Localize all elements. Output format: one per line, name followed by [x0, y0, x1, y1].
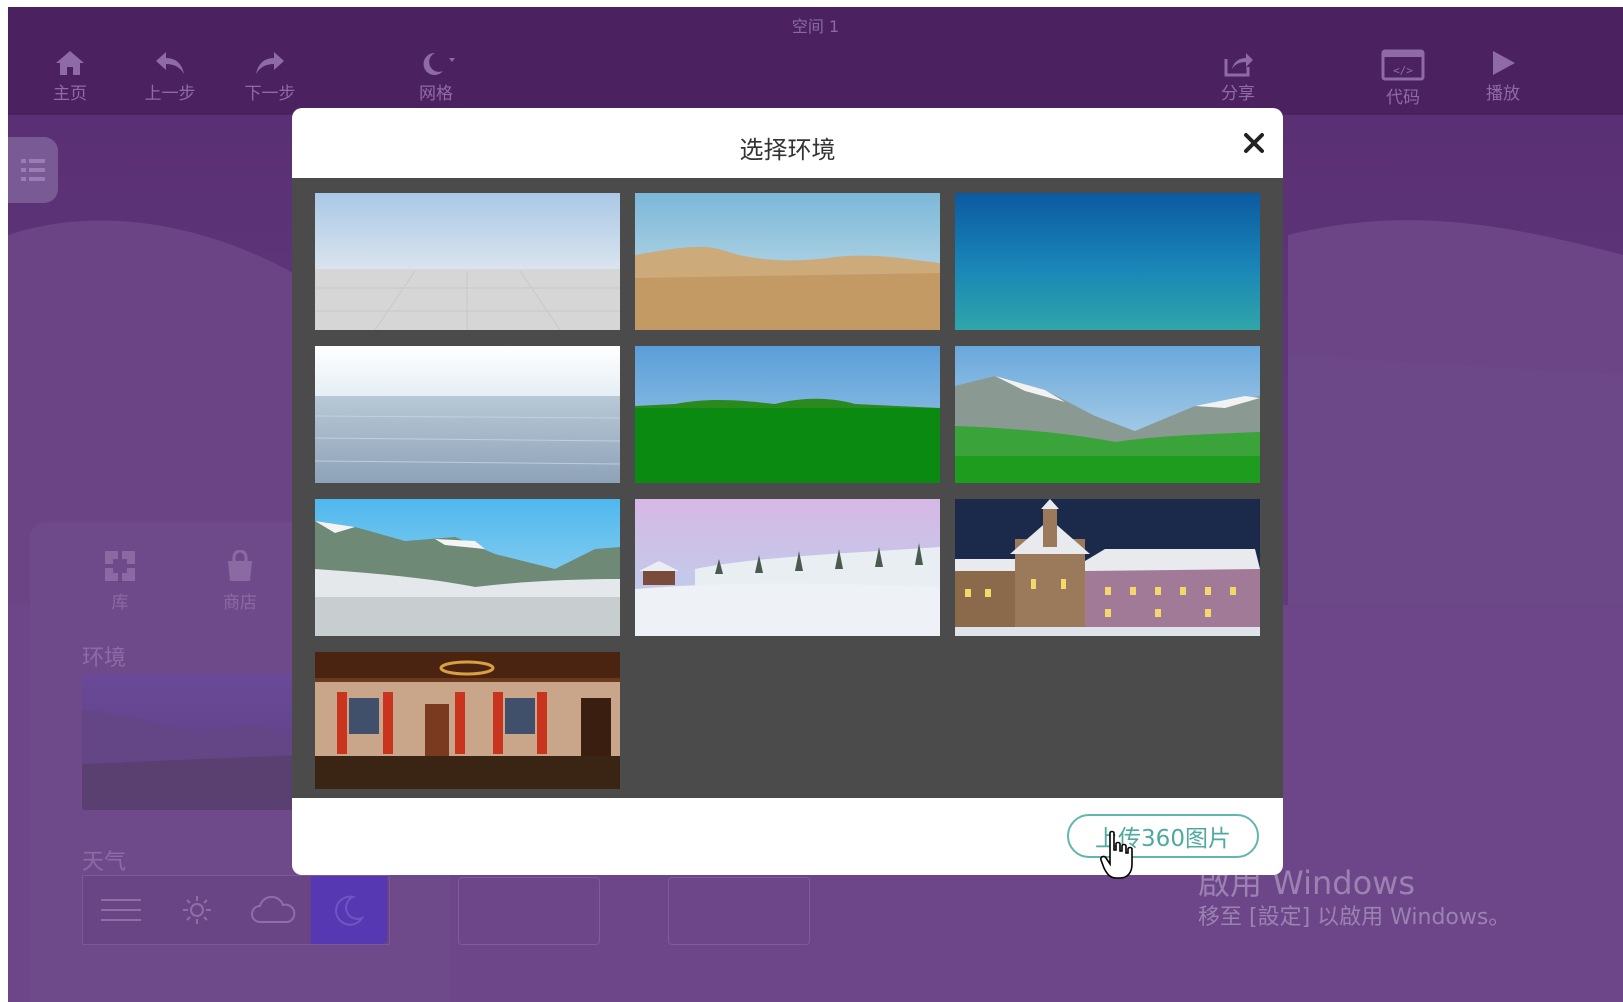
- undo-label: 上一步: [144, 84, 196, 104]
- undo-button[interactable]: 上一步: [130, 49, 210, 104]
- current-environment-preview: [82, 709, 322, 810]
- code-label: 代码: [1386, 88, 1420, 108]
- svg-text:</>: </>: [1393, 64, 1413, 77]
- dialog-title: 选择环境: [739, 136, 836, 164]
- list-icon: [21, 159, 45, 181]
- weather-cloud-button[interactable]: [235, 876, 311, 944]
- undo-icon: [156, 52, 184, 74]
- close-icon: [1244, 133, 1264, 153]
- environment-section-label: 环境: [82, 646, 127, 671]
- tab-library-label: 库: [111, 593, 129, 613]
- desert-environment[interactable]: [635, 193, 940, 330]
- shopping-bag-icon: [228, 550, 252, 581]
- choose-environment-dialog: 选择环境 上传360图片: [292, 108, 1283, 875]
- share-label: 分享: [1221, 84, 1255, 104]
- tab-store[interactable]: 商店: [200, 550, 280, 613]
- watermark-line-2: 移至 [設定] 以啟用 Windows。: [1198, 905, 1511, 930]
- redo-icon: [256, 52, 284, 74]
- weather-moon-button[interactable]: [311, 876, 387, 944]
- grassland-environment[interactable]: [635, 346, 940, 483]
- home-icon: [56, 51, 84, 75]
- hand-pointer-icon: [1100, 830, 1133, 879]
- redo-button[interactable]: 下一步: [230, 49, 310, 104]
- none-icon: [101, 899, 141, 921]
- tab-library[interactable]: 库: [80, 550, 160, 613]
- share-icon: [1224, 53, 1253, 77]
- grid-button[interactable]: 网格: [396, 49, 476, 104]
- sun-icon: [183, 896, 211, 924]
- current-environment-thumbnail[interactable]: [82, 674, 322, 810]
- underwater-environment[interactable]: [955, 193, 1260, 330]
- panel-slot-1: [458, 877, 600, 945]
- tab-store-label: 商店: [223, 593, 257, 613]
- space-title: 空间 1: [791, 17, 840, 36]
- weather-selector: [82, 875, 390, 945]
- play-label: 播放: [1486, 84, 1520, 104]
- library-icon: [105, 551, 135, 581]
- moon-icon: [335, 895, 365, 926]
- weather-none-button[interactable]: [83, 876, 159, 944]
- weather-sun-button[interactable]: [159, 876, 235, 944]
- close-button[interactable]: [1241, 130, 1267, 156]
- environment-grid: [292, 178, 1283, 798]
- panel-slot-2: [668, 877, 810, 945]
- green-mountains-environment[interactable]: [955, 346, 1260, 483]
- room-interior-environment[interactable]: [315, 652, 620, 789]
- winter-town-night-environment[interactable]: [955, 499, 1260, 636]
- weather-section-label: 天气: [82, 850, 127, 875]
- grid-plain-environment[interactable]: [315, 193, 620, 330]
- code-icon: </>: [1381, 49, 1425, 81]
- home-label: 主页: [53, 84, 87, 104]
- snowy-forest-environment[interactable]: [635, 499, 940, 636]
- snowy-mountains-environment[interactable]: [315, 499, 620, 636]
- cloud-icon: [251, 895, 296, 923]
- upload-360-image-button[interactable]: 上传360图片: [1067, 814, 1259, 858]
- play-button[interactable]: 播放: [1463, 49, 1543, 104]
- ocean-environment[interactable]: [315, 346, 620, 483]
- redo-label: 下一步: [244, 84, 296, 104]
- code-button[interactable]: </> 代码: [1363, 49, 1443, 108]
- grid-label: 网格: [419, 84, 453, 104]
- grid-snap-icon: [423, 52, 455, 75]
- home-button[interactable]: 主页: [30, 49, 110, 104]
- outline-menu-button[interactable]: [8, 137, 58, 203]
- play-icon: [1493, 51, 1515, 75]
- share-button[interactable]: 分享: [1198, 49, 1278, 104]
- top-toolbar: 空间 1 主页 上一步 下一步 网格 分享 </> 代码 播放: [8, 7, 1623, 115]
